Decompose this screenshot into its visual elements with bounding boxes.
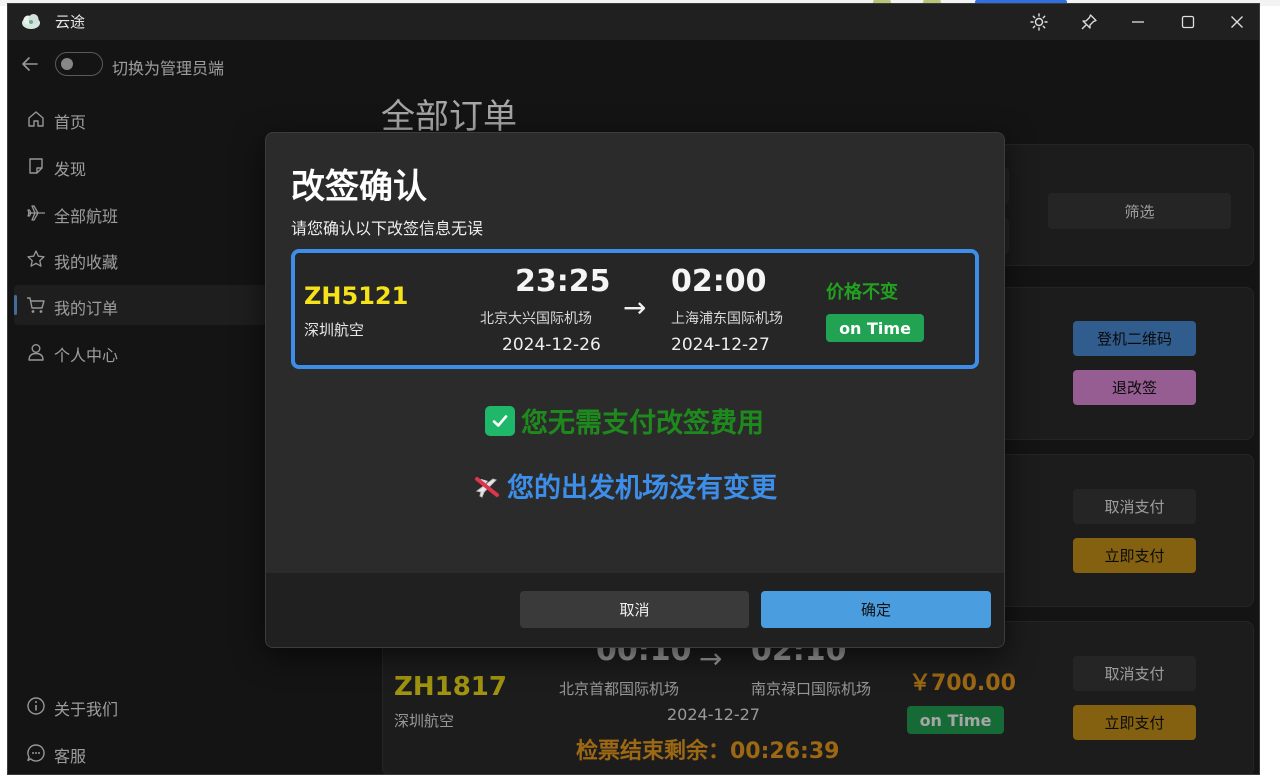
airline-name: 深圳航空 — [304, 321, 365, 339]
dialog-subtitle: 请您确认以下改签信息无误 — [291, 219, 484, 238]
departure-airport: 北京大兴国际机场 — [480, 311, 592, 327]
arrival-date: 2024-12-27 — [671, 335, 770, 355]
departure-date: 2024-12-26 — [502, 335, 601, 355]
no-flight-icon — [475, 476, 499, 498]
close-button[interactable] — [1224, 10, 1250, 34]
app-window: 云途 切换为管理员端 首页 发现 全部航班 我的收藏 我的订单 个人中心 关于我… — [7, 3, 1260, 775]
dialog-footer: 取消 确定 — [266, 573, 1004, 647]
confirm-button[interactable]: 确定 — [761, 591, 991, 628]
fee-message: 您无需支付改签费用 — [485, 401, 764, 440]
status-badge: on Time — [826, 314, 924, 342]
fee-message-text: 您无需支付改签费用 — [521, 408, 764, 439]
pin-button[interactable] — [1076, 10, 1102, 34]
title-bar: 云途 — [8, 4, 1259, 40]
airport-message: 您的出发机场没有变更 — [471, 466, 777, 505]
arrival-time: 02:00 — [671, 264, 767, 299]
cloud-logo-icon — [22, 14, 40, 29]
departure-time: 23:25 — [515, 264, 611, 299]
cancel-button[interactable]: 取消 — [520, 591, 749, 628]
minimize-icon — [1132, 21, 1144, 23]
maximize-icon — [1181, 15, 1195, 29]
price-note: 价格不变 — [826, 282, 898, 303]
close-icon — [1231, 16, 1243, 28]
minimize-button[interactable] — [1125, 10, 1151, 34]
flight-number: ZH5121 — [304, 282, 409, 310]
app-title: 云途 — [55, 13, 86, 31]
change-confirm-dialog: 改签确认 请您确认以下改签信息无误 ZH5121 深圳航空 23:25 02:0… — [265, 132, 1005, 648]
maximize-button[interactable] — [1175, 10, 1201, 34]
airport-message-text: 您的出发机场没有变更 — [507, 473, 777, 504]
sun-icon — [1030, 13, 1048, 31]
dialog-title: 改签确认 — [291, 167, 427, 207]
new-flight-summary: ZH5121 深圳航空 23:25 02:00 → 北京大兴国际机场 上海浦东国… — [291, 249, 979, 369]
theme-toggle-button[interactable] — [1026, 10, 1052, 34]
pin-icon — [1081, 14, 1097, 30]
check-box-icon — [485, 405, 515, 436]
arrival-airport: 上海浦东国际机场 — [671, 311, 783, 327]
route-arrow: → — [623, 291, 647, 324]
